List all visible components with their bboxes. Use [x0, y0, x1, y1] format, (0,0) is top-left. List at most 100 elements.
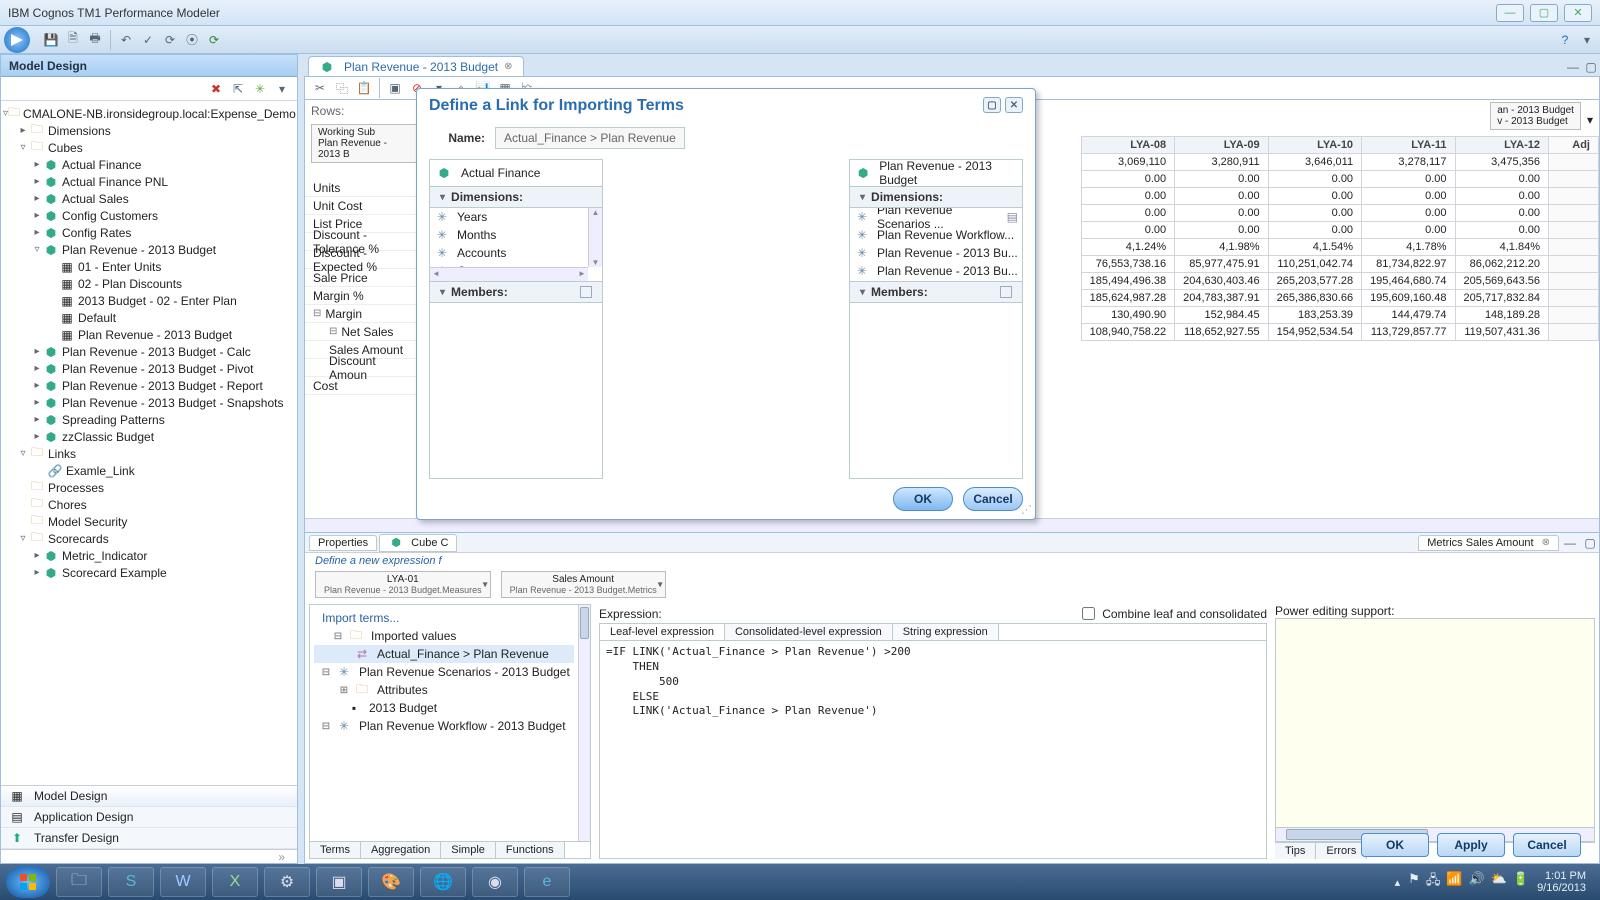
network-icon[interactable]: 🖧	[1426, 871, 1441, 893]
print-icon[interactable]: 🖶	[86, 31, 104, 49]
members-checkbox[interactable]	[580, 286, 592, 298]
app-orb-button[interactable]	[4, 27, 30, 53]
measure-row[interactable]: Discount Amoun	[305, 359, 424, 377]
members-header[interactable]: Members:	[849, 282, 1023, 303]
system-clock[interactable]: 1:01 PM 9/16/2013	[1537, 870, 1586, 894]
tab-transfer-design[interactable]: ⬆Transfer Design	[1, 828, 297, 849]
measure-row[interactable]: Margin	[305, 305, 424, 323]
grid-cell[interactable]: 113,729,857.77	[1362, 324, 1455, 341]
dialog-cancel-button[interactable]: Cancel	[963, 487, 1023, 511]
grid-cell[interactable]: 0.00	[1081, 222, 1174, 239]
taskbar-app2[interactable]: ▣	[316, 867, 362, 897]
column-header[interactable]: LYA-11	[1362, 137, 1455, 154]
minimize-pane-icon[interactable]: —	[1564, 58, 1582, 76]
tab-functions[interactable]: Functions	[496, 842, 565, 858]
grid-cell[interactable]: 118,652,927.55	[1175, 324, 1268, 341]
tab-terms[interactable]: Terms	[310, 842, 361, 858]
volume-icon[interactable]: 🔊	[1469, 871, 1485, 893]
paste-icon[interactable]: 📋	[355, 79, 373, 97]
flag-icon[interactable]: ⚑	[1408, 871, 1420, 893]
dimension-item[interactable]: ✳Plan Revenue Workflow...	[850, 226, 1022, 244]
measure-row[interactable]: Net Sales	[305, 323, 424, 341]
tab-properties[interactable]: Properties	[309, 535, 377, 551]
tree-node[interactable]: Links	[48, 447, 76, 461]
metric-selector[interactable]: Sales AmountPlan Revenue - 2013 Budget.M…	[501, 571, 666, 598]
tree-node[interactable]: 01 - Enter Units	[78, 260, 161, 274]
tab-application-design[interactable]: ▤Application Design	[1, 807, 297, 828]
grid-cell[interactable]: 3,475,356	[1455, 154, 1548, 171]
cloud-icon[interactable]: ⛅	[1491, 871, 1507, 893]
context-selector[interactable]: an - 2013 Budget v - 2013 Budget	[1490, 102, 1581, 130]
link-name-field[interactable]: Actual_Finance > Plan Revenue	[495, 127, 685, 149]
grid-cell[interactable]: 265,386,830.66	[1268, 290, 1361, 307]
column-header[interactable]: LYA-08	[1081, 137, 1174, 154]
grid-cell[interactable]	[1549, 205, 1599, 222]
terms-node[interactable]: Actual_Finance > Plan Revenue	[377, 647, 549, 661]
maximize-button[interactable]: ▢	[1530, 4, 1558, 22]
terms-node[interactable]: Imported values	[371, 629, 456, 643]
grid-cell[interactable]: 0.00	[1362, 188, 1455, 205]
close-icon[interactable]: ⊗	[1542, 537, 1550, 548]
tree-node[interactable]: Scorecard Example	[62, 566, 167, 580]
grid-cell[interactable]: 108,940,758.22	[1081, 324, 1174, 341]
grid-cell[interactable]: 204,630,403.46	[1175, 273, 1268, 290]
power-editing-box[interactable]	[1275, 618, 1595, 828]
dimensions-header[interactable]: Dimensions:	[429, 187, 603, 208]
grid-cell[interactable]: 0.00	[1362, 222, 1455, 239]
column-header[interactable]: LYA-10	[1268, 137, 1361, 154]
terms-node[interactable]: Plan Revenue Workflow - 2013 Budget	[359, 719, 566, 733]
grid-cell[interactable]	[1549, 324, 1599, 341]
grid-cell[interactable]: 3,280,911	[1175, 154, 1268, 171]
grid-cell[interactable]	[1549, 307, 1599, 324]
tab-model-design[interactable]: ▦Model Design	[1, 786, 297, 807]
terms-node[interactable]: 2013 Budget	[369, 701, 437, 715]
dimension-item[interactable]: ✳Accounts	[430, 244, 588, 262]
grid-cell[interactable]: 110,251,042.74	[1268, 256, 1361, 273]
maximize-pane-icon[interactable]: ▢	[1582, 58, 1600, 76]
grid-cell[interactable]: 0.00	[1081, 188, 1174, 205]
context-selector[interactable]: Working Sub Plan Revenue - 2013 B	[311, 124, 418, 163]
tree-node[interactable]: Actual Sales	[62, 192, 129, 206]
redo-icon[interactable]: ✓	[139, 31, 157, 49]
tab-consolidated-expr[interactable]: Consolidated-level expression	[725, 624, 893, 640]
grid-cell[interactable]: 183,253.39	[1268, 307, 1361, 324]
grid-cell[interactable]: 0.00	[1081, 171, 1174, 188]
grid-cell[interactable]: 0.00	[1175, 188, 1268, 205]
tab-cube-calc[interactable]: ⬢Cube C	[379, 534, 457, 552]
dimension-item[interactable]: ✳Years	[430, 208, 588, 226]
grid-cell[interactable]: 3,069,110	[1081, 154, 1174, 171]
dimension-item[interactable]: ✳Months	[430, 226, 588, 244]
save-icon[interactable]: 💾	[42, 31, 60, 49]
measure-row[interactable]: Unit Cost	[305, 197, 424, 215]
minimize-props-icon[interactable]: —	[1561, 534, 1579, 552]
tree-node[interactable]: Plan Revenue - 2013 Budget - Calc	[62, 345, 251, 359]
grid-cell[interactable]	[1549, 290, 1599, 307]
grid-cell[interactable]: 0.00	[1455, 188, 1548, 205]
grid-cell[interactable]	[1549, 256, 1599, 273]
tree-node[interactable]: Cubes	[48, 141, 83, 155]
grid-cell[interactable]: 0.00	[1175, 205, 1268, 222]
tree-node[interactable]: zzClassic Budget	[62, 430, 154, 444]
grid-cell[interactable]: 0.00	[1455, 171, 1548, 188]
tree-node[interactable]: Plan Revenue - 2013 Budget - Report	[62, 379, 263, 393]
rebuild-icon[interactable]: ⟳	[205, 31, 223, 49]
cut-icon[interactable]: ✂	[311, 79, 329, 97]
tree-node[interactable]: Examle_Link	[66, 464, 135, 478]
grid-cell[interactable]: 3,646,011	[1268, 154, 1361, 171]
tree-node[interactable]: 2013 Budget - 02 - Enter Plan	[78, 294, 237, 308]
refresh-icon[interactable]: ⟳	[161, 31, 179, 49]
cancel-button[interactable]: Cancel	[1513, 833, 1581, 857]
combine-checkbox[interactable]	[1082, 607, 1095, 620]
save-all-icon[interactable]: 🗎	[64, 31, 82, 49]
chevron-down-icon[interactable]: ▾	[1587, 113, 1593, 127]
taskbar-app1[interactable]: ⚙	[264, 867, 310, 897]
collapse-icon[interactable]: ⇱	[229, 80, 247, 98]
grid-cell[interactable]: 0.00	[1268, 171, 1361, 188]
grid-cell[interactable]: 0.00	[1268, 205, 1361, 222]
tab-metrics[interactable]: Metrics Sales Amount⊗	[1418, 535, 1559, 551]
help-dropdown-icon[interactable]: ▾	[1578, 31, 1596, 49]
delete-icon[interactable]: ✖	[207, 80, 225, 98]
measure-row[interactable]: Margin %	[305, 287, 424, 305]
measure-row[interactable]: Discount - Expected %	[305, 251, 424, 269]
grid-cell[interactable]: 4,1.84%	[1455, 239, 1548, 256]
